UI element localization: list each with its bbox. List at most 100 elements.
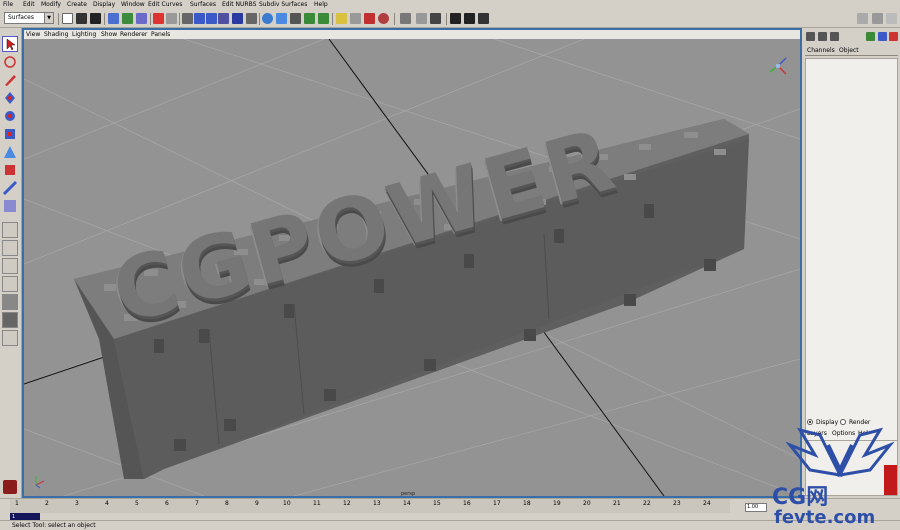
panel-menu-panels[interactable]: Panels: [151, 31, 170, 38]
select-tool-icon[interactable]: [2, 36, 18, 52]
tick-label: 17: [493, 500, 501, 507]
perspective-viewport[interactable]: View Shading Lighting Show Renderer Pane…: [22, 28, 802, 498]
rotate-tool-icon[interactable]: [2, 108, 18, 124]
snap-point-icon[interactable]: [206, 13, 217, 24]
render-layout-icon[interactable]: [2, 312, 18, 328]
clapper-icon[interactable]: [450, 13, 461, 24]
wings-logo-icon: [785, 427, 895, 477]
snap-view-icon[interactable]: [218, 13, 229, 24]
menu-window[interactable]: Window: [121, 1, 145, 9]
menu-edit-nurbs[interactable]: Edit NURBS: [222, 1, 256, 9]
toolbox: [0, 28, 22, 500]
menu-display[interactable]: Display: [93, 1, 115, 9]
clapper-3-icon[interactable]: [478, 13, 489, 24]
viewport-canvas[interactable]: CGPOWER: [23, 38, 801, 497]
select-object-icon[interactable]: [122, 13, 133, 24]
manipulator-icon[interactable]: [2, 144, 18, 160]
hypershade-layout-icon[interactable]: [2, 294, 18, 310]
soft-select-icon[interactable]: [378, 13, 389, 24]
snap-grid-icon[interactable]: [182, 13, 193, 24]
graph-icon[interactable]: [430, 13, 441, 24]
toolbar-divider: [150, 13, 151, 25]
grid-icon[interactable]: [857, 13, 868, 24]
menu-modify[interactable]: Modify: [41, 1, 61, 9]
tick-label: 22: [643, 500, 651, 507]
toolbox-arrow-icon[interactable]: [2, 330, 18, 346]
tick-label: 23: [673, 500, 681, 507]
tick-label: 7: [195, 500, 199, 507]
panel-menu-shading[interactable]: Shading: [44, 31, 68, 38]
history-icon[interactable]: [262, 13, 273, 24]
tick-label: 10: [283, 500, 291, 507]
menu-subdiv-surfaces[interactable]: Subdiv Surfaces: [259, 1, 307, 9]
move-tool-icon[interactable]: [2, 90, 18, 106]
four-view-layout-icon[interactable]: [2, 240, 18, 256]
time-ruler[interactable]: 1 2 3 4 5 6 7 8 9 10 11 12 13 14 15 16 1…: [10, 499, 730, 513]
menu-create[interactable]: Create: [67, 1, 87, 9]
make-live-icon[interactable]: [246, 13, 257, 24]
settings-icon[interactable]: [872, 13, 883, 24]
toolbar-divider: [394, 13, 395, 25]
menu-set-dropdown[interactable]: Surfaces ▼: [4, 12, 54, 24]
layer-editor-icon[interactable]: [866, 32, 875, 41]
editor-icon[interactable]: [416, 13, 427, 24]
chevron-down-icon[interactable]: ▼: [44, 13, 53, 23]
tool-settings-icon[interactable]: [889, 32, 898, 41]
show-manip-icon[interactable]: [2, 180, 18, 196]
single-view-layout-icon[interactable]: [2, 222, 18, 238]
select-component-icon[interactable]: [136, 13, 147, 24]
tick-label: 4: [105, 500, 109, 507]
magnet-icon[interactable]: [364, 13, 375, 24]
persp-outliner-layout-icon[interactable]: [2, 276, 18, 292]
tick-label: 11: [313, 500, 321, 507]
list-tab-icon[interactable]: [830, 32, 839, 41]
menu-edit[interactable]: Edit: [23, 1, 35, 9]
tab-channels[interactable]: Channels: [807, 47, 835, 54]
output-ops-icon[interactable]: [290, 13, 301, 24]
site-watermark: CG网 fevte.com: [730, 425, 900, 530]
channel-list[interactable]: [805, 58, 898, 444]
panel-menu-bar: View Shading Lighting Show Renderer Pane…: [24, 30, 800, 39]
input-ops-icon[interactable]: [276, 13, 287, 24]
layout-icon[interactable]: [400, 13, 411, 24]
select-hierarchy-icon[interactable]: [108, 13, 119, 24]
menu-help[interactable]: Help: [314, 1, 328, 9]
render-settings-icon[interactable]: [336, 13, 347, 24]
main-menu-bar: File Edit Modify Create Display Window E…: [0, 0, 900, 10]
scale-tool-icon[interactable]: [2, 126, 18, 142]
snap-surface-icon[interactable]: [232, 13, 243, 24]
open-scene-icon[interactable]: [76, 13, 87, 24]
vertex-mask-icon[interactable]: [166, 13, 177, 24]
menu-surfaces[interactable]: Surfaces: [190, 1, 216, 9]
panel-menu-view[interactable]: View: [26, 31, 40, 38]
toolbar-divider: [58, 13, 59, 25]
ipr-render-icon[interactable]: [318, 13, 329, 24]
save-scene-icon[interactable]: [90, 13, 101, 24]
persp-graph-layout-icon[interactable]: [2, 258, 18, 274]
menu-edit-curves[interactable]: Edit Curves: [148, 1, 182, 9]
paint-select-icon[interactable]: [2, 72, 18, 88]
channel-box-tabs: Channels Object: [805, 46, 898, 56]
panel-menu-show[interactable]: Show: [101, 31, 117, 38]
hypershade-icon[interactable]: [350, 13, 361, 24]
tick-label: 15: [433, 500, 441, 507]
soft-mod-icon[interactable]: [2, 162, 18, 178]
tick-label: 1: [15, 500, 19, 507]
attribute-editor-icon[interactable]: [878, 32, 887, 41]
lasso-tool-icon[interactable]: [2, 54, 18, 70]
new-scene-icon[interactable]: [62, 13, 73, 24]
tab-object[interactable]: Object: [839, 47, 859, 54]
last-tool-icon[interactable]: [2, 198, 18, 214]
panel-menu-renderer[interactable]: Renderer: [120, 31, 147, 38]
pick-mask-icon[interactable]: [153, 13, 164, 24]
world-axis-icon: [35, 476, 45, 489]
panel-menu-lighting[interactable]: Lighting: [72, 31, 96, 38]
snap-curve-icon[interactable]: [194, 13, 205, 24]
menu-file[interactable]: File: [3, 1, 13, 9]
list-alt-icon[interactable]: [818, 32, 827, 41]
tick-label: 21: [613, 500, 621, 507]
hide-panel-icon[interactable]: [886, 13, 897, 24]
render-icon[interactable]: [304, 13, 315, 24]
list-icon[interactable]: [806, 32, 815, 41]
clapper-2-icon[interactable]: [464, 13, 475, 24]
